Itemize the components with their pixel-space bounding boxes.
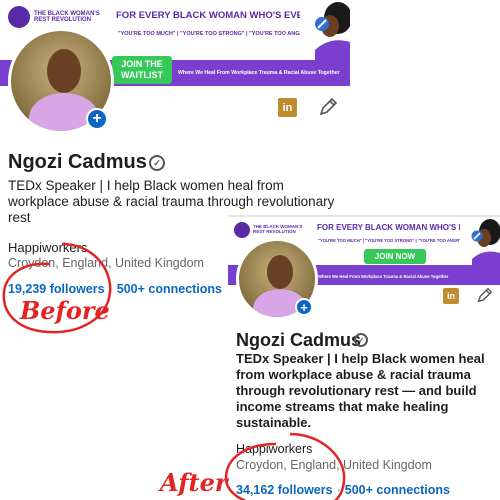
- after-banner-woman-illustration-icon: [460, 217, 500, 265]
- after-profile-headline: TEDx Speaker | I help Black women heal f…: [236, 351, 485, 430]
- after-annotation-label: After: [160, 468, 228, 497]
- before-profile-company[interactable]: Happiworkers: [8, 240, 87, 255]
- after-connections-link[interactable]: 500+ connections: [345, 483, 450, 497]
- before-edit-pencil-icon[interactable]: [318, 97, 338, 117]
- after-edit-pencil-icon[interactable]: [476, 287, 493, 304]
- after-banner-quotes: "YOU'RE TOO MUCH" | "YOU'RE TOO STRONG" …: [318, 238, 464, 243]
- after-profile-stats: 34,162 followers · 500+ connections: [236, 483, 450, 497]
- before-profile-stats: 19,239 followers · 500+ connections: [8, 282, 222, 296]
- before-connections-link[interactable]: 500+ connections: [117, 282, 222, 296]
- after-followers-link[interactable]: 34,162 followers: [236, 483, 333, 497]
- after-add-photo-icon[interactable]: +: [295, 298, 313, 316]
- after-banner-logo: THE BLACK WOMAN'S REST REVOLUTION: [234, 222, 305, 238]
- before-logo-text: THE BLACK WOMAN'S REST REVOLUTION: [34, 10, 100, 23]
- after-profile-location: Croydon, England, United Kingdom: [236, 458, 432, 472]
- before-linkedin-icon[interactable]: in: [278, 98, 297, 117]
- after-linkedin-icon[interactable]: in: [443, 288, 459, 304]
- before-verified-shield-icon: ✓: [149, 155, 165, 171]
- after-banner-tagline: Where We Heal From Workplace Trauma & Ra…: [318, 274, 449, 279]
- before-avatar-face: [47, 49, 81, 93]
- before-banner-tagline: Where We Heal From Workplace Trauma & Ra…: [178, 70, 340, 76]
- after-profile-name: Ngozi Cadmus: [236, 330, 362, 350]
- before-stats-separator: ·: [108, 282, 113, 296]
- before-cta-label: JOIN THE: [121, 59, 163, 69]
- after-avatar-face: [267, 255, 293, 289]
- before-join-waitlist-button[interactable]: JOIN THE WAITLIST: [112, 56, 172, 84]
- before-cta-label-2: WAITLIST: [121, 70, 163, 80]
- after-join-now-button[interactable]: JOIN NOW: [364, 249, 426, 264]
- after-logo-mark-icon: [234, 222, 250, 238]
- before-banner-logo: THE BLACK WOMAN'S REST REVOLUTION: [8, 6, 104, 28]
- after-verified-shield-icon: ✓: [354, 333, 368, 347]
- before-logo-mark-icon: [8, 6, 30, 28]
- before-profile-name: Ngozi Cadmus: [8, 151, 147, 173]
- before-profile-location: Croydon, England, United Kingdom: [8, 256, 204, 270]
- after-profile-company[interactable]: Happiworkers: [236, 442, 312, 456]
- before-add-photo-icon[interactable]: +: [86, 108, 108, 130]
- before-followers-link[interactable]: 19,239 followers: [8, 282, 105, 296]
- after-stats-separator: ·: [336, 483, 341, 497]
- before-annotation-label: Before: [20, 296, 110, 325]
- before-banner-quotes: "YOU'RE TOO MUCH" | "YOU'RE TOO STRONG" …: [118, 31, 310, 37]
- before-banner-woman-illustration-icon: [300, 0, 350, 60]
- after-logo-text: THE BLACK WOMAN'S REST REVOLUTION: [253, 224, 303, 234]
